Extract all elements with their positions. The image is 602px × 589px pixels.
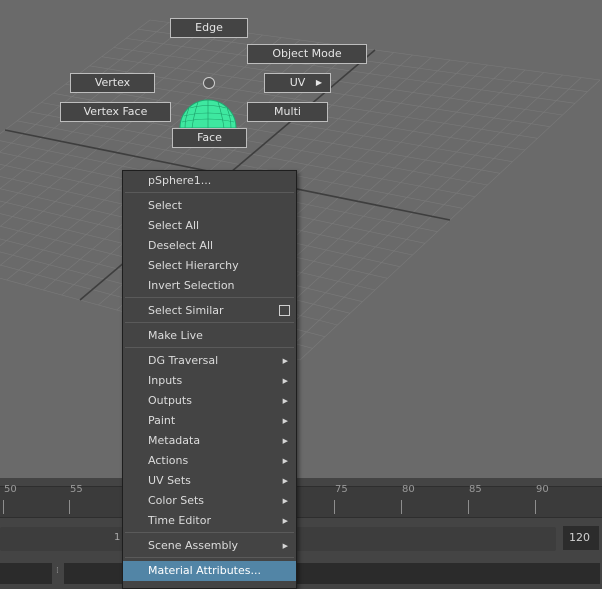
option-box-icon[interactable] <box>279 305 290 316</box>
menu-item-paint[interactable]: Paint ▶ <box>123 411 296 431</box>
time-slider-strip[interactable] <box>0 486 602 518</box>
range-end-field[interactable]: 120 <box>563 526 599 550</box>
menu-item-label: Select <box>148 199 182 212</box>
marking-menu-multi[interactable]: Multi <box>247 102 328 122</box>
submenu-arrow-icon: ▶ <box>282 417 288 425</box>
marking-menu-face[interactable]: Face <box>172 128 247 148</box>
submenu-arrow-icon: ▶ <box>282 517 288 525</box>
menu-item-label: DG Traversal <box>148 354 219 367</box>
menu-item-label: Make Live <box>148 329 203 342</box>
menu-item-label: Material Attributes... <box>148 564 261 577</box>
marking-menu-uv-label: UV <box>289 76 306 89</box>
time-slider[interactable]: 50 55 75 80 85 90 <box>0 478 602 524</box>
marking-menu-edge[interactable]: Edge <box>170 18 248 38</box>
menu-separator <box>125 297 294 298</box>
menu-item-label: Paint <box>148 414 176 427</box>
timeline-tick-label: 90 <box>536 484 549 495</box>
menu-item-label: Metadata <box>148 434 201 447</box>
menu-item-uv-sets[interactable]: UV Sets ▶ <box>123 471 296 491</box>
timeline-tick <box>69 500 70 514</box>
submenu-arrow-icon: ▶ <box>282 377 288 385</box>
menu-separator <box>125 347 294 348</box>
menu-separator <box>125 532 294 533</box>
submenu-arrow-icon: ▶ <box>282 497 288 505</box>
marking-menu-uv[interactable]: UV ▶ <box>264 73 331 93</box>
timeline-tick <box>334 500 335 514</box>
menu-item-label: pSphere1... <box>148 174 212 187</box>
timeline-tick <box>401 500 402 514</box>
menu-item-label: Select All <box>148 219 200 232</box>
menu-item-dg-traversal[interactable]: DG Traversal ▶ <box>123 351 296 371</box>
timeline-tick-label: 80 <box>402 484 415 495</box>
menu-item-label: Deselect All <box>148 239 214 252</box>
menu-separator <box>125 322 294 323</box>
submenu-arrow-icon: ▶ <box>282 542 288 550</box>
menu-item-label: Time Editor <box>148 514 211 527</box>
menu-item-deselect-all[interactable]: Deselect All <box>123 236 296 256</box>
menu-item-label: Outputs <box>148 394 192 407</box>
menu-item-label: Actions <box>148 454 189 467</box>
menu-item-color-sets[interactable]: Color Sets ▶ <box>123 491 296 511</box>
command-line: ⁞ <box>0 560 602 589</box>
menu-item-label: Select Hierarchy <box>148 259 239 272</box>
context-menu: pSphere1... Select Select All Deselect All S… <box>122 170 297 589</box>
menu-item-make-live[interactable]: Make Live <box>123 326 296 346</box>
menu-item-time-editor[interactable]: Time Editor ▶ <box>123 511 296 531</box>
timeline-tick-label: 85 <box>469 484 482 495</box>
timeline-tick <box>3 500 4 514</box>
timeline-tick <box>535 500 536 514</box>
menu-item-label: Scene Assembly <box>148 539 239 552</box>
menu-item-label: UV Sets <box>148 474 191 487</box>
menu-item-material-attributes[interactable]: Material Attributes... <box>123 561 296 581</box>
menu-item-outputs[interactable]: Outputs ▶ <box>123 391 296 411</box>
menu-item-label: Inputs <box>148 374 183 387</box>
timeline-tick-label: 75 <box>335 484 348 495</box>
submenu-arrow-icon: ▶ <box>282 477 288 485</box>
menu-item-label: Color Sets <box>148 494 205 507</box>
ground-grid <box>0 19 601 361</box>
grip-icon: ⁞ <box>56 566 59 576</box>
command-language-field[interactable] <box>0 563 52 584</box>
menu-item-label: Invert Selection <box>148 279 235 292</box>
range-start-value: 1 <box>114 532 121 543</box>
menu-item-object-name[interactable]: pSphere1... <box>123 171 296 191</box>
sphere-object[interactable] <box>176 96 240 130</box>
menu-separator <box>125 557 294 558</box>
menu-item-select[interactable]: Select <box>123 196 296 216</box>
menu-item-metadata[interactable]: Metadata ▶ <box>123 431 296 451</box>
menu-item-label: Select Similar <box>148 304 224 317</box>
menu-separator <box>125 192 294 193</box>
menu-item-select-all[interactable]: Select All <box>123 216 296 236</box>
timeline-tick-label: 55 <box>70 484 83 495</box>
marking-menu-vertex[interactable]: Vertex <box>70 73 155 93</box>
timeline-tick-label: 50 <box>4 484 17 495</box>
menu-item-inputs[interactable]: Inputs ▶ <box>123 371 296 391</box>
marking-menu-center <box>203 77 215 89</box>
range-slider[interactable]: 1 120 <box>0 524 602 560</box>
menu-item-select-hierarchy[interactable]: Select Hierarchy <box>123 256 296 276</box>
menu-item-invert-selection[interactable]: Invert Selection <box>123 276 296 296</box>
submenu-arrow-icon: ▶ <box>315 78 322 87</box>
submenu-arrow-icon: ▶ <box>282 437 288 445</box>
menu-item-actions[interactable]: Actions ▶ <box>123 451 296 471</box>
timeline-tick <box>468 500 469 514</box>
perspective-viewport[interactable]: Edge Object Mode Vertex UV ▶ Vertex Face… <box>0 0 602 478</box>
menu-item-select-similar[interactable]: Select Similar <box>123 301 296 321</box>
marking-menu-object-mode[interactable]: Object Mode <box>247 44 367 64</box>
submenu-arrow-icon: ▶ <box>282 397 288 405</box>
marking-menu-vertex-face[interactable]: Vertex Face <box>60 102 171 122</box>
submenu-arrow-icon: ▶ <box>282 357 288 365</box>
submenu-arrow-icon: ▶ <box>282 457 288 465</box>
menu-item-scene-assembly[interactable]: Scene Assembly ▶ <box>123 536 296 556</box>
